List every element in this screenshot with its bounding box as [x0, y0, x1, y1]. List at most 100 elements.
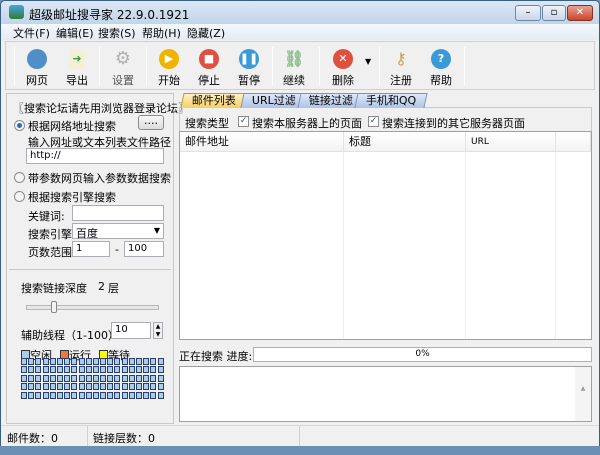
column-line — [555, 152, 556, 339]
help-button[interactable]: ? 帮助 — [421, 49, 461, 88]
keyword-input[interactable] — [72, 205, 164, 221]
thread-cell — [71, 366, 78, 374]
toolbar-separator — [464, 47, 465, 85]
thread-cell — [100, 358, 107, 365]
menu-hide[interactable]: 隐藏(Z) — [187, 25, 225, 41]
thread-cell — [100, 366, 107, 374]
keyword-label: 关键词: — [28, 210, 65, 223]
search-external-checkbox[interactable]: ✓ — [368, 116, 379, 127]
depth-slider-thumb[interactable] — [51, 301, 57, 313]
column-header-url[interactable]: URL — [466, 132, 556, 152]
menu-help[interactable]: 帮助(H) — [142, 25, 181, 41]
progress-bar: 0% — [253, 347, 592, 362]
thread-cell — [21, 383, 27, 391]
threads-input[interactable]: 10 — [111, 322, 151, 339]
thread-cell — [136, 358, 142, 365]
stop-button[interactable]: ■ 停止 — [189, 49, 229, 88]
thread-cell — [150, 383, 157, 391]
depth-value: 2 — [98, 280, 105, 293]
search-local-label: 搜索本服务器上的页面 — [252, 117, 362, 130]
settings-button[interactable]: ⚙ 设置 — [103, 49, 143, 88]
thread-cell — [150, 366, 157, 374]
thread-cell — [136, 366, 142, 374]
thread-cell — [92, 358, 99, 365]
thread-cell — [85, 358, 92, 365]
thread-cell — [143, 358, 150, 365]
page-from-input[interactable]: 1 — [72, 241, 110, 257]
thread-cell — [121, 383, 128, 391]
log-scrollbar[interactable]: ▲▼ — [575, 367, 591, 436]
thread-cell — [28, 391, 35, 399]
thread-cell — [92, 383, 99, 391]
status-email-count: 邮件数：0 — [7, 432, 58, 445]
thread-cell — [107, 383, 114, 391]
thread-cell — [136, 374, 142, 382]
window-title: 超级邮址搜寻家 22.9.0.1921 — [29, 8, 190, 22]
mode-param-radio[interactable] — [14, 172, 25, 183]
forum-notice: 〖搜索论坛请先用浏览器登录论坛〗 — [13, 102, 189, 115]
maximize-button[interactable]: ▫ — [542, 5, 566, 21]
register-button[interactable]: ⚷ 注册 — [381, 49, 421, 88]
engine-select[interactable]: 百度 ▼ — [72, 223, 164, 240]
search-local-checkbox[interactable]: ✓ — [238, 116, 249, 127]
delete-button[interactable]: ✕ 删除 — [323, 49, 363, 88]
minimize-button[interactable]: – — [515, 5, 541, 21]
thread-cell — [42, 366, 49, 374]
threads-stepper[interactable]: ▲ ▼ — [153, 322, 163, 339]
help-icon: ? — [431, 49, 451, 69]
mode-engine-radio[interactable] — [14, 191, 25, 202]
browse-button[interactable]: .... — [138, 115, 164, 130]
mode-url-radio[interactable] — [14, 120, 25, 131]
thread-cell — [157, 358, 164, 365]
thread-cell — [28, 366, 35, 374]
mode-param-label: 带参数网页输入参数数据搜索 — [28, 172, 171, 185]
log-textarea[interactable]: ▲▼ — [179, 366, 592, 436]
gear-icon: ⚙ — [114, 48, 132, 69]
tab-email-list[interactable]: 邮件列表 — [180, 93, 248, 108]
thread-cell — [42, 374, 49, 382]
thread-cell — [128, 383, 135, 391]
thread-cell — [78, 374, 85, 382]
thread-cell — [78, 391, 85, 399]
link-icon: ⛓ — [284, 49, 305, 68]
thread-cell — [157, 391, 164, 399]
depth-slider[interactable] — [26, 305, 159, 310]
menu-edit[interactable]: 编辑(E) — [56, 25, 94, 41]
close-button[interactable]: ✕ — [567, 5, 593, 21]
url-input[interactable]: http:// — [26, 148, 164, 164]
status-link-depth: 链接层数：0 — [93, 432, 155, 445]
column-header-email[interactable]: 邮件地址 — [180, 132, 344, 152]
export-icon: ➜ — [69, 49, 85, 69]
thread-cell — [143, 366, 150, 374]
thread-cell — [92, 374, 99, 382]
menu-search[interactable]: 搜索(S) — [98, 25, 136, 41]
export-button[interactable]: ➜ 导出 — [57, 49, 97, 88]
page-to-input[interactable]: 100 — [124, 241, 164, 257]
column-header-title[interactable]: 标题 — [344, 132, 466, 152]
pause-button[interactable]: ❚❚ 暂停 — [229, 49, 269, 88]
progress-label: 正在搜索 进度: — [179, 350, 253, 363]
delete-dropdown-icon[interactable]: ▼ — [365, 57, 371, 66]
thread-cell — [150, 374, 157, 382]
thread-cell — [107, 391, 114, 399]
thread-cell — [35, 383, 42, 391]
pages-label: 页数范围 — [28, 246, 72, 259]
thread-cell — [71, 358, 78, 365]
thread-cell — [128, 358, 135, 365]
thread-cell — [121, 358, 128, 365]
thread-cell — [64, 374, 71, 382]
thread-cell — [21, 358, 27, 365]
menu-file[interactable]: 文件(F) — [13, 25, 50, 41]
continue-button[interactable]: ⛓ 继续 — [274, 49, 314, 88]
thread-cell — [78, 358, 85, 365]
start-button[interactable]: ▶ 开始 — [149, 49, 189, 88]
thread-cell — [85, 374, 92, 382]
webpage-button[interactable]: 网页 — [17, 49, 57, 88]
thread-cell — [35, 366, 42, 374]
mode-url-label: 根据网络地址搜索 — [28, 120, 116, 133]
thread-cell — [35, 358, 42, 365]
thread-cell — [85, 391, 92, 399]
app-icon — [9, 5, 24, 19]
thread-cell — [56, 383, 63, 391]
tab-phone-qq[interactable]: 手机和QQ — [354, 93, 428, 108]
